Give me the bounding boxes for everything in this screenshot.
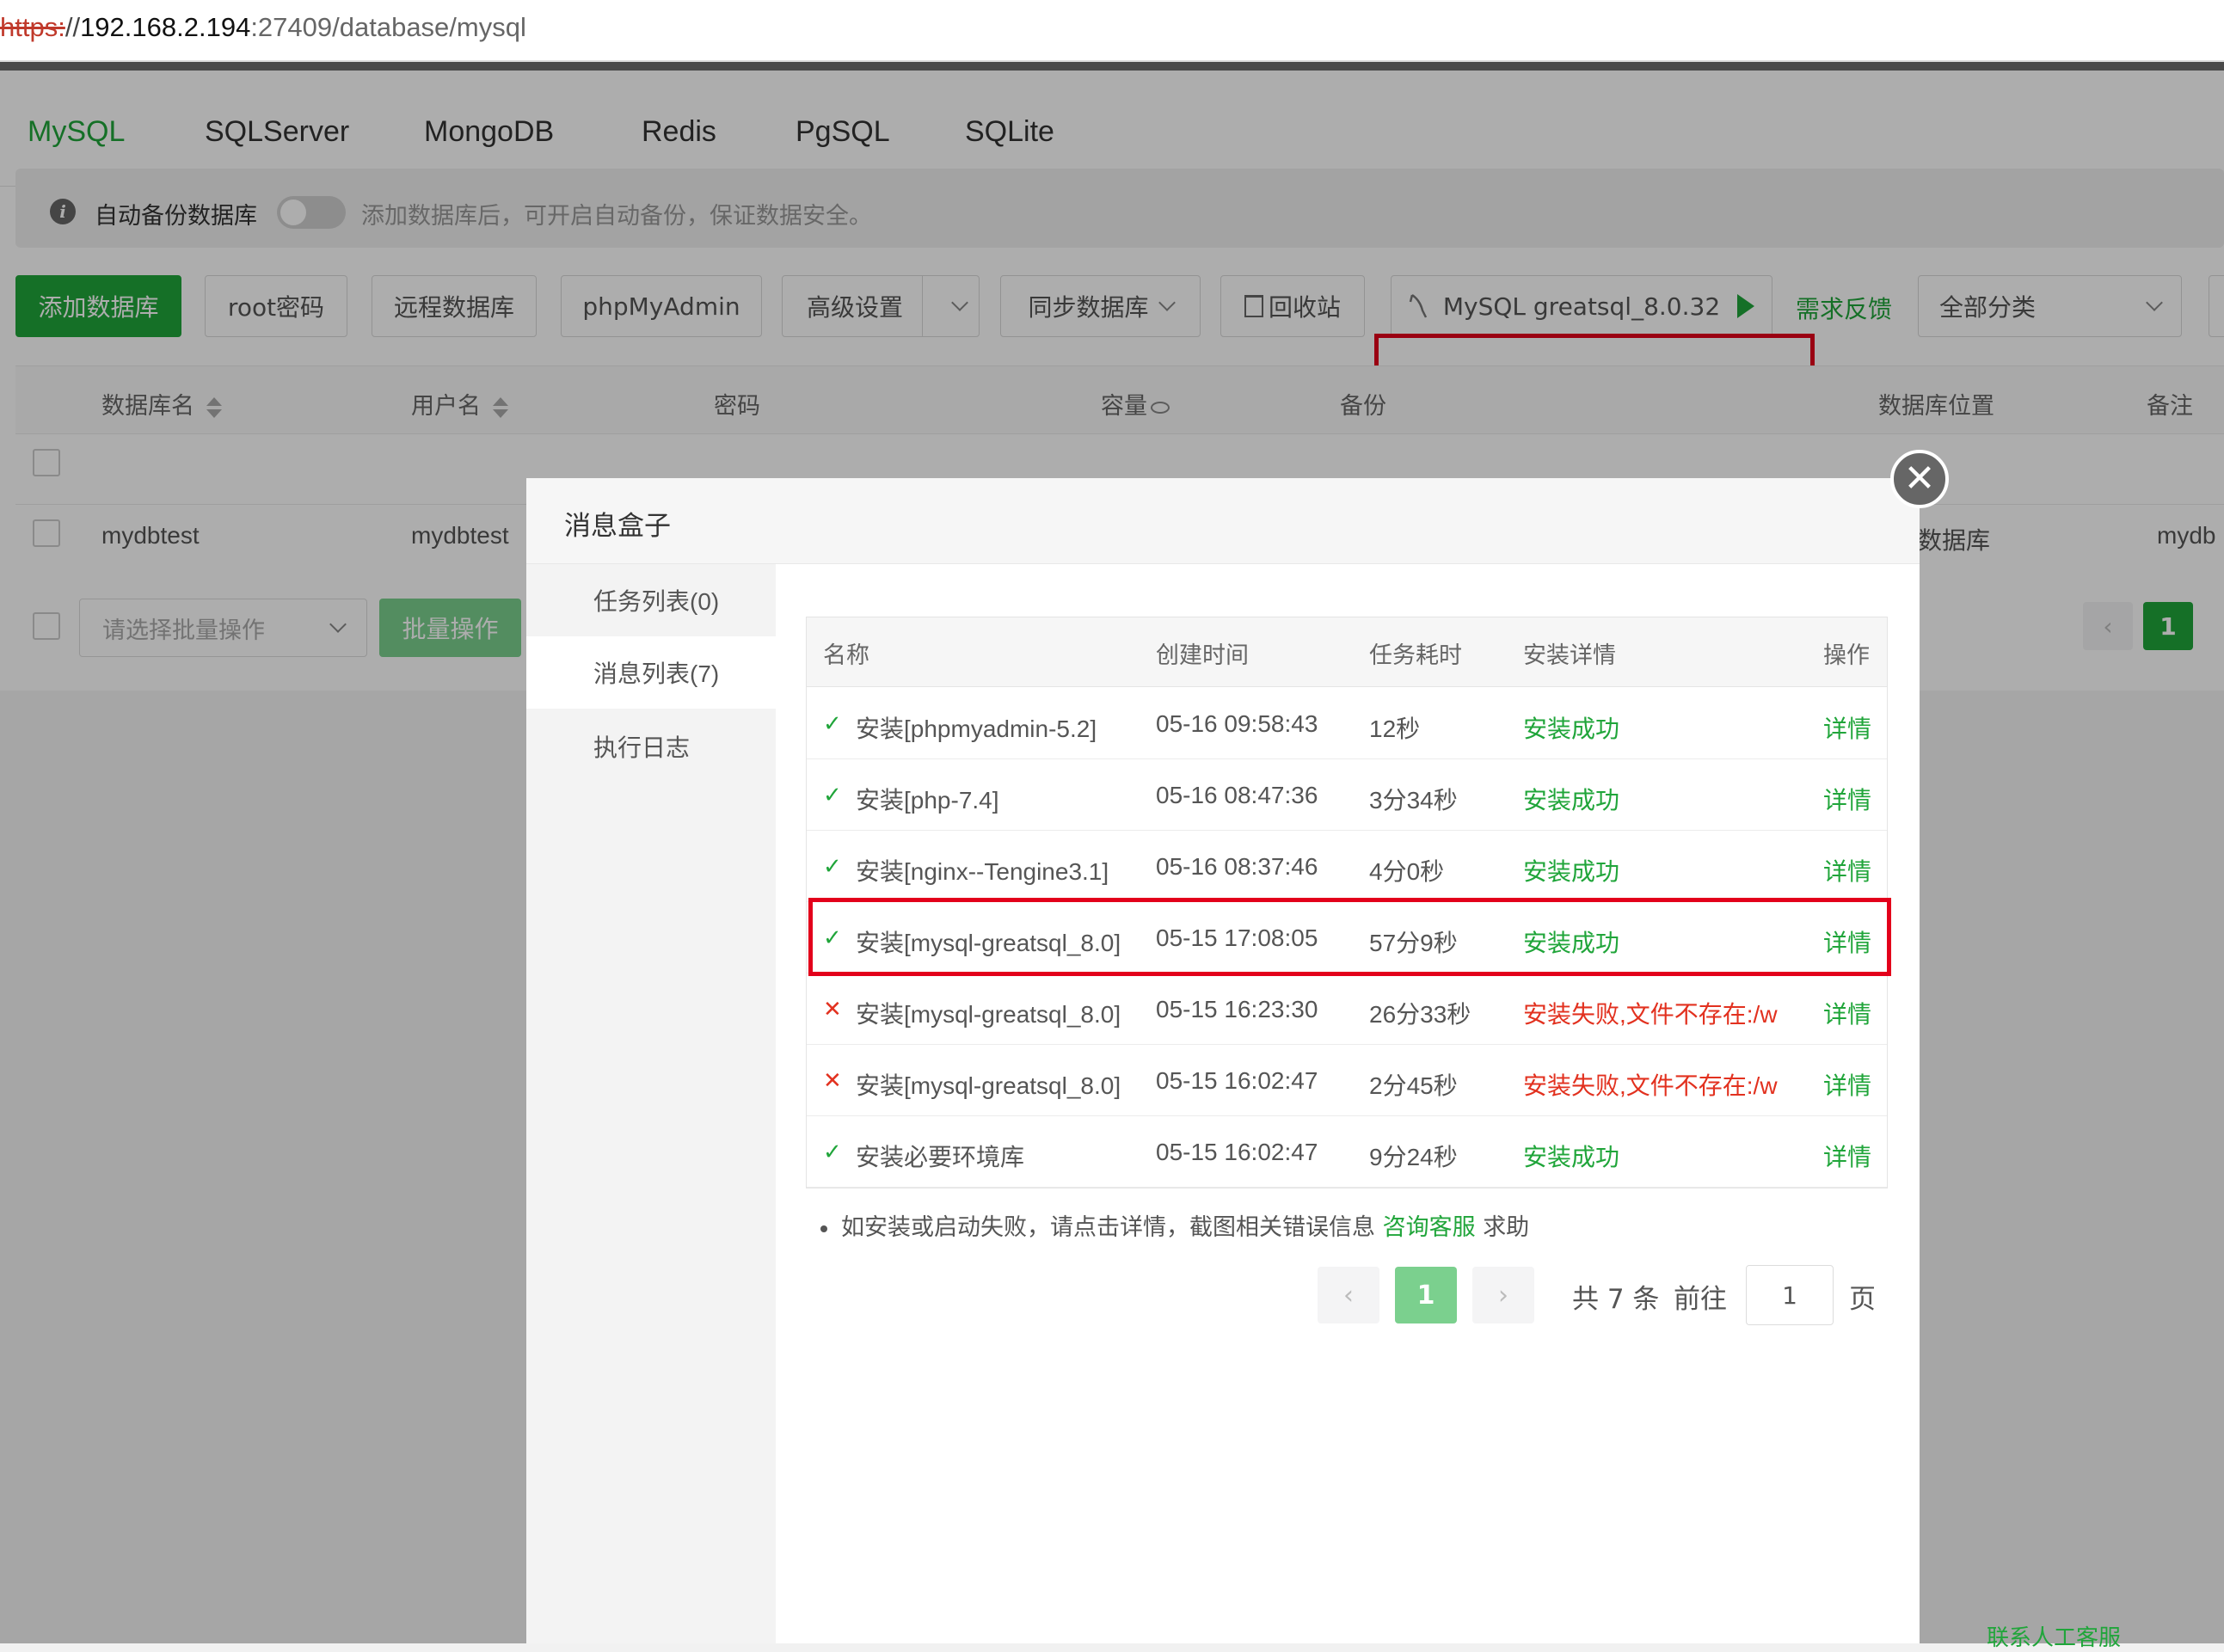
task-name-cell: 安装[php-7.4] — [856, 787, 999, 814]
col-detail: 安装详情 — [1523, 642, 1616, 669]
contact-human-support-link[interactable]: 联系人工客服 — [1987, 1620, 2121, 1652]
pager-goto-input[interactable]: 1 — [1746, 1265, 1834, 1325]
check-icon: ✓ — [823, 782, 842, 808]
modal-sidebar: 任务列表(0) 消息列表(7) 执行日志 — [526, 564, 776, 1643]
duration-cell: 3分34秒 — [1369, 787, 1458, 814]
task-name-cell: 安装[mysql-greatsql_8.0] — [856, 1001, 1121, 1028]
check-icon: ✓ — [823, 710, 842, 736]
detail-link[interactable]: 详情 — [1823, 853, 1871, 887]
url-separator: // — [65, 12, 81, 42]
task-name-cell: 安装必要环境库 — [856, 1144, 1025, 1170]
pager-goto-label: 前往 — [1674, 1284, 1727, 1315]
message-table-header — [807, 617, 1887, 687]
contact-support-link[interactable]: 咨询客服 — [1383, 1214, 1476, 1241]
detail-link[interactable]: 详情 — [1823, 782, 1871, 816]
col-action: 操作 — [1823, 642, 1870, 669]
duration-cell: 12秒 — [1369, 715, 1421, 742]
pager-total: 共 7 条 — [1572, 1284, 1660, 1315]
install-detail-cell: 安装成功 — [1523, 787, 1620, 814]
duration-cell: 4分0秒 — [1369, 858, 1445, 885]
created-time-cell: 05-16 08:47:36 — [1156, 782, 1318, 808]
duration-cell: 2分45秒 — [1369, 1072, 1458, 1099]
url-path: :27409/database/mysql — [250, 12, 526, 42]
pager-page-label: 页 — [1849, 1284, 1876, 1315]
help-note: 如安装或启动失败，请点击详情，截图相关错误信息 咨询客服 求助 — [820, 1208, 1529, 1242]
created-time-cell: 05-16 09:58:43 — [1156, 710, 1318, 737]
pager-next-button[interactable]: › — [1472, 1267, 1534, 1323]
cross-icon: ✕ — [823, 996, 842, 1022]
pager-current-page[interactable]: 1 — [1395, 1267, 1457, 1323]
install-detail-cell: 安装失败,文件不存在:/w — [1523, 1001, 1778, 1028]
created-time-cell: 05-15 16:02:47 — [1156, 1067, 1318, 1094]
created-time-cell: 05-15 16:23:30 — [1156, 996, 1318, 1023]
modal-header: 消息盒子 — [526, 478, 1920, 564]
browser-divider — [0, 62, 2224, 71]
highlight-box-success-row — [808, 898, 1891, 976]
detail-link[interactable]: 详情 — [1823, 996, 1871, 1030]
sidebar-item-exec-log[interactable]: 执行日志 — [526, 710, 776, 783]
task-name-cell: 安装[mysql-greatsql_8.0] — [856, 1072, 1121, 1099]
col-duration: 任务耗时 — [1369, 642, 1462, 669]
install-detail-cell: 安装成功 — [1523, 858, 1620, 885]
bullet-icon — [820, 1225, 827, 1232]
help-note-text: 如安装或启动失败，请点击详情，截图相关错误信息 — [841, 1214, 1375, 1241]
detail-link[interactable]: 详情 — [1823, 1139, 1871, 1173]
browser-address-bar[interactable]: https://192.168.2.194:27409/database/mys… — [0, 0, 2224, 62]
created-time-cell: 05-16 08:37:46 — [1156, 853, 1318, 880]
help-note-suffix: 求助 — [1483, 1214, 1530, 1241]
modal-title: 消息盒子 — [564, 511, 671, 542]
cross-icon: ✕ — [823, 1067, 842, 1093]
check-icon: ✓ — [823, 1139, 842, 1164]
pager-prev-button[interactable]: ‹ — [1318, 1267, 1379, 1323]
sidebar-item-message-list[interactable]: 消息列表(7) — [526, 636, 776, 709]
col-name: 名称 — [823, 642, 869, 669]
install-detail-cell: 安装失败,文件不存在:/w — [1523, 1072, 1778, 1099]
duration-cell: 9分24秒 — [1369, 1144, 1458, 1170]
detail-link[interactable]: 详情 — [1823, 1067, 1871, 1102]
url-text[interactable]: https://192.168.2.194:27409/database/mys… — [0, 12, 526, 43]
close-icon[interactable]: ✕ — [1890, 450, 1949, 508]
created-time-cell: 05-15 16:02:47 — [1156, 1139, 1318, 1165]
install-detail-cell: 安装成功 — [1523, 1144, 1620, 1170]
sidebar-item-task-list[interactable]: 任务列表(0) — [526, 564, 776, 636]
install-detail-cell: 安装成功 — [1523, 715, 1620, 742]
url-protocol: https: — [0, 12, 65, 42]
url-host: 192.168.2.194 — [80, 12, 251, 42]
task-name-cell: 安装[phpmyadmin-5.2] — [856, 715, 1097, 742]
col-created: 创建时间 — [1156, 642, 1249, 669]
check-icon: ✓ — [823, 853, 842, 879]
task-name-cell: 安装[nginx--Tengine3.1] — [856, 858, 1109, 885]
detail-link[interactable]: 详情 — [1823, 710, 1871, 745]
duration-cell: 26分33秒 — [1369, 1001, 1471, 1028]
